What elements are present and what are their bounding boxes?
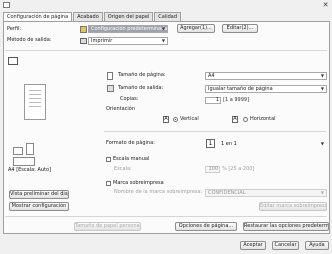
size-caption: A4 [Escala: Auto] bbox=[8, 167, 52, 173]
printer-icon bbox=[3, 2, 10, 8]
output-method-select[interactable]: Imprimir ▼ bbox=[88, 37, 168, 45]
page-icon bbox=[107, 72, 113, 80]
cancel-button[interactable]: Cancelar bbox=[272, 241, 299, 250]
page-format-value: 1 en 1 bbox=[221, 141, 237, 147]
copies-input[interactable]: 1 bbox=[205, 97, 221, 104]
watermark-select[interactable]: CONFIDENCIAL ▼ bbox=[205, 189, 327, 197]
horizontal-label: Horizontal bbox=[250, 116, 276, 122]
preview-line bbox=[29, 106, 41, 107]
paper-icon bbox=[26, 143, 34, 155]
preview-line bbox=[29, 98, 41, 99]
chevron-down-icon: ▼ bbox=[161, 38, 165, 43]
help-button[interactable]: Ayuda bbox=[305, 241, 329, 250]
layout-icon[interactable] bbox=[8, 57, 18, 65]
edit-watermark-button[interactable]: Editar marca sobreimpresa... bbox=[259, 202, 327, 211]
tab-finishing[interactable]: Acabado bbox=[73, 12, 103, 21]
output-size-value: Igualar tamaño de página bbox=[208, 86, 273, 92]
profile-select[interactable]: Configuración predeterminada ▼ bbox=[88, 25, 168, 33]
portrait-icon: A bbox=[163, 116, 169, 123]
page-size-value: A4 bbox=[208, 73, 215, 79]
chevron-down-icon: ▼ bbox=[320, 141, 324, 146]
page-size-select[interactable]: A4 ▼ bbox=[205, 72, 327, 80]
preview-line bbox=[29, 90, 41, 91]
landscape-icon: A bbox=[232, 116, 238, 123]
chevron-down-icon: ▼ bbox=[320, 73, 324, 78]
add-profile-button[interactable]: Agregar(1)... bbox=[177, 24, 215, 33]
divider bbox=[5, 50, 327, 51]
page-options-button[interactable]: Opciones de página... bbox=[175, 222, 237, 231]
orientation-label: Orientación bbox=[106, 106, 136, 112]
preview-line bbox=[29, 102, 41, 103]
preview-line bbox=[29, 94, 41, 95]
scale-label: Escala: bbox=[114, 166, 132, 172]
watermark-checkbox[interactable] bbox=[106, 181, 111, 186]
page-format-label: Formato de página: bbox=[106, 140, 155, 146]
copies-label: Copias: bbox=[120, 96, 139, 102]
edit-profile-button[interactable]: Editar(2)... bbox=[222, 24, 258, 33]
vertical-radio[interactable] bbox=[173, 117, 178, 122]
scale-range: % [25 a 200] bbox=[222, 166, 255, 172]
chevron-down-icon: ▼ bbox=[320, 86, 324, 91]
output-size-select[interactable]: Igualar tamaño de página ▼ bbox=[205, 85, 327, 93]
manual-scaling-label: Escala manual bbox=[113, 156, 150, 162]
copies-range: [1 a 9999] bbox=[223, 97, 250, 103]
output-size-icon bbox=[107, 85, 114, 92]
accept-button[interactable]: Aceptar bbox=[240, 241, 266, 250]
watermark-label: Marca sobreimpresa bbox=[113, 180, 164, 186]
tab-strip: Configuración de página Acabado Origen d… bbox=[3, 12, 182, 22]
profile-icon bbox=[80, 26, 87, 33]
page-size-label: Tamaño de página: bbox=[118, 72, 166, 78]
output-size-label: Tamaño de salida: bbox=[118, 85, 164, 91]
profile-label: Perfil: bbox=[7, 26, 22, 32]
watermark-name-label: Nombre de la marca sobreimpresa: bbox=[114, 189, 203, 195]
scale-input[interactable]: 100 bbox=[205, 166, 220, 173]
device-preview-button[interactable]: Vista preliminar del dispositivo bbox=[9, 190, 69, 199]
page-stack-icon bbox=[13, 147, 23, 155]
page-format-select[interactable]: 1 en 1 ▼ bbox=[218, 140, 327, 148]
restore-defaults-button[interactable]: Restaurar las opciones predeterminadas bbox=[243, 222, 329, 231]
divider bbox=[104, 131, 326, 132]
output-method-value: Imprimir bbox=[91, 38, 113, 44]
tab-quality[interactable]: Calidad bbox=[154, 12, 182, 21]
horizontal-radio[interactable] bbox=[243, 117, 248, 122]
divider bbox=[5, 216, 327, 217]
page-format-icon: 1 bbox=[206, 139, 215, 148]
watermark-value: CONFIDENCIAL bbox=[208, 190, 246, 196]
tab-paper-source[interactable]: Origen del papel bbox=[103, 12, 154, 21]
chevron-down-icon: ▼ bbox=[161, 26, 165, 31]
output-method-label: Método de salida: bbox=[7, 37, 52, 43]
vertical-label: Vertical bbox=[180, 116, 199, 122]
profile-value: Configuración predeterminada bbox=[91, 26, 168, 32]
manual-scaling-checkbox[interactable] bbox=[106, 157, 111, 162]
printer-icon bbox=[80, 38, 87, 44]
show-settings-button[interactable]: Mostrar configuración bbox=[9, 202, 69, 211]
tray-icon bbox=[13, 157, 35, 166]
chevron-down-icon: ▼ bbox=[320, 190, 324, 195]
title-bar: ✕ bbox=[0, 0, 332, 11]
close-button[interactable]: ✕ bbox=[321, 1, 330, 9]
custom-paper-size-button[interactable]: Tamaño de papel personalizado... bbox=[74, 222, 141, 231]
